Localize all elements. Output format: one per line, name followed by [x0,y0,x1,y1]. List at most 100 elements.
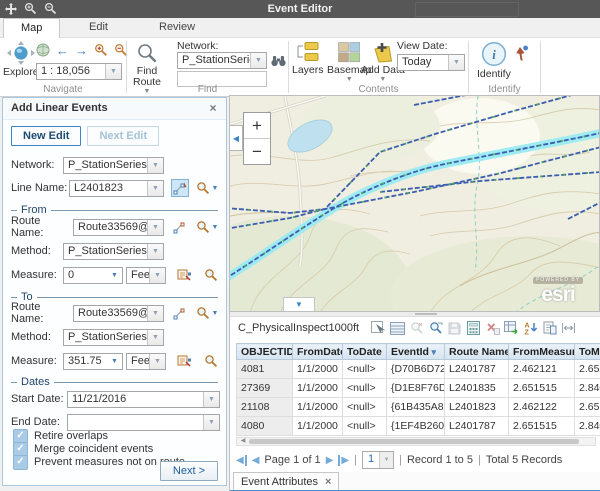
page-select[interactable]: 1▼ [362,451,394,469]
column-header-eventid[interactable]: EventId ▾ [387,344,445,360]
attribute-view-icon[interactable] [540,320,559,337]
table-cell[interactable]: 2.651515 [575,398,600,417]
column-header-frommeasure[interactable]: FromMeasure [509,344,575,360]
table-cell[interactable]: <null> [343,379,387,398]
table-cell[interactable]: 1/1/2000 [293,398,343,417]
table-cell[interactable]: {61B435A8-3 [387,398,445,417]
scroll-left-icon[interactable]: ◀ [238,438,248,445]
scale-dropdown[interactable]: 1 : 18,056▼ [36,63,122,80]
network-ribbon-dropdown[interactable]: P_StationSeries▼ [177,52,267,69]
show-selected-icon[interactable] [388,320,407,337]
table-cell[interactable]: <null> [343,398,387,417]
select-records-icon[interactable] [369,320,388,337]
scrollbar-thumb[interactable] [249,439,579,444]
first-page-icon[interactable]: ◀ [236,455,247,466]
table-cell[interactable]: 4080 [237,417,293,436]
pin-tool-icon[interactable] [516,45,529,62]
identify-button[interactable]: i Identify [477,41,511,80]
layers-button[interactable]: Layers [292,42,324,76]
from-route-dropdown[interactable]: Route33569@Cente▼ [73,219,164,236]
map-zoom-in-button[interactable]: + [244,113,270,139]
table-cell[interactable]: 1/1/2000 [293,360,343,379]
next-edit-button[interactable]: Next Edit [87,126,159,146]
table-cell[interactable]: 2.462121 [509,360,575,379]
previous-extent-icon[interactable]: ← [56,44,69,57]
export-table-icon[interactable] [502,320,521,337]
network-dropdown[interactable]: P_StationSeries▼ [63,157,164,174]
table-cell[interactable]: {D1E8F76D-F [387,379,445,398]
table-cell[interactable]: {1EF4B260-F [387,417,445,436]
tab-edit[interactable]: Edit [72,18,125,36]
zoom-to-line-icon[interactable]: ▼ [195,179,219,197]
binoculars-icon[interactable] [271,54,286,67]
table-cell[interactable]: 27369 [237,379,293,398]
to-measure-dropdown[interactable]: 351.75▼ [63,353,123,370]
map-zoom-out-button[interactable]: − [244,139,270,164]
to-zoom-icon[interactable]: ▼ [195,304,219,322]
table-cell[interactable]: 2.651515 [575,360,600,379]
map-canvas[interactable]: + − ◀ ▼ POWERED BY esri [229,95,600,312]
table-row[interactable]: 211081/1/2000<null>{61B435A8-3L24018232.… [237,398,600,417]
to-pick-measure-icon[interactable] [175,352,193,370]
next-button[interactable]: Next > [160,461,218,481]
to-measure-zoom-icon[interactable] [202,352,220,370]
from-select-route-icon[interactable] [171,218,189,236]
tab-close-icon[interactable]: × [325,473,331,491]
to-unit-dropdown[interactable]: Feet▼ [126,353,166,370]
table-row[interactable]: 273691/1/2000<null>{D1E8F76D-FL24018352.… [237,379,600,398]
table-cell[interactable]: <null> [343,360,387,379]
ribbon-zoom-in-icon[interactable] [94,43,108,57]
new-edit-button[interactable]: New Edit [11,126,81,146]
to-method-dropdown[interactable]: P_StationSeries▼ [63,329,164,346]
delete-record-icon[interactable] [483,320,502,337]
collapse-panel-icon[interactable]: ◀ [230,125,243,151]
to-select-route-icon[interactable] [171,304,189,322]
from-zoom-icon[interactable]: ▼ [195,218,219,236]
from-measure-dropdown[interactable]: 0▼ [63,267,123,284]
table-cell[interactable]: 2.651515 [509,417,575,436]
table-cell[interactable]: <null> [343,417,387,436]
to-route-dropdown[interactable]: Route33569@Cente▼ [73,305,164,322]
from-unit-dropdown[interactable]: Feet▼ [126,267,166,284]
table-row[interactable]: 40801/1/2000<null>{1EF4B260-FL24017872.6… [237,417,600,436]
from-method-dropdown[interactable]: P_StationSeries▼ [63,243,164,260]
event-attributes-tab[interactable]: Event Attributes × [233,472,339,491]
column-header-todate[interactable]: ToDate [343,344,387,360]
sort-icon[interactable]: AZ [521,320,540,337]
table-cell[interactable]: 2.840909 [575,379,600,398]
fit-columns-icon[interactable] [559,320,578,337]
table-cell[interactable]: 1/1/2000 [293,379,343,398]
save-icon[interactable] [445,320,464,337]
explore-button[interactable]: Explore [3,41,39,78]
table-cell[interactable]: 4081 [237,360,293,379]
end-date-dropdown[interactable]: ▼ [67,414,220,431]
table-cell[interactable]: 2.840909 [575,417,600,436]
next-extent-icon[interactable]: → [75,44,88,57]
table-cell[interactable]: 1/1/2000 [293,417,343,436]
table-cell[interactable]: {D70B6D72-3 [387,360,445,379]
next-page-icon[interactable]: ▶ [326,455,334,466]
zoom-to-selection-icon[interactable] [426,320,445,337]
clear-selection-zoom-icon[interactable] [407,320,426,337]
calculate-icon[interactable] [464,320,483,337]
start-date-dropdown[interactable]: 11/21/2016▼ [67,391,220,408]
table-cell[interactable]: L2401835 [445,379,509,398]
table-cell[interactable]: 2.462122 [509,398,575,417]
table-hscrollbar[interactable]: ◀ [236,437,596,446]
tab-review[interactable]: Review [142,18,212,36]
column-header-fromdate[interactable]: FromDate [293,344,343,360]
prev-page-icon[interactable]: ◀ [252,455,260,466]
default-extent-icon[interactable] [36,43,50,57]
table-row[interactable]: 40811/1/2000<null>{D70B6D72-3L24017872.4… [237,360,600,379]
table-cell[interactable]: L2401823 [445,398,509,417]
last-page-icon[interactable]: ▶ [338,455,349,466]
table-cell[interactable]: 21108 [237,398,293,417]
from-measure-zoom-icon[interactable] [202,266,220,284]
column-header-route-name[interactable]: Route Name [445,344,509,360]
table-cell[interactable]: L2401787 [445,417,509,436]
table-cell[interactable]: 2.651515 [509,379,575,398]
column-header-objectid[interactable]: OBJECTID [237,344,293,360]
column-header-tomeasure[interactable]: ToMeasure [575,344,600,360]
table-cell[interactable]: L2401787 [445,360,509,379]
view-date-dropdown[interactable]: Today▼ [397,54,465,71]
